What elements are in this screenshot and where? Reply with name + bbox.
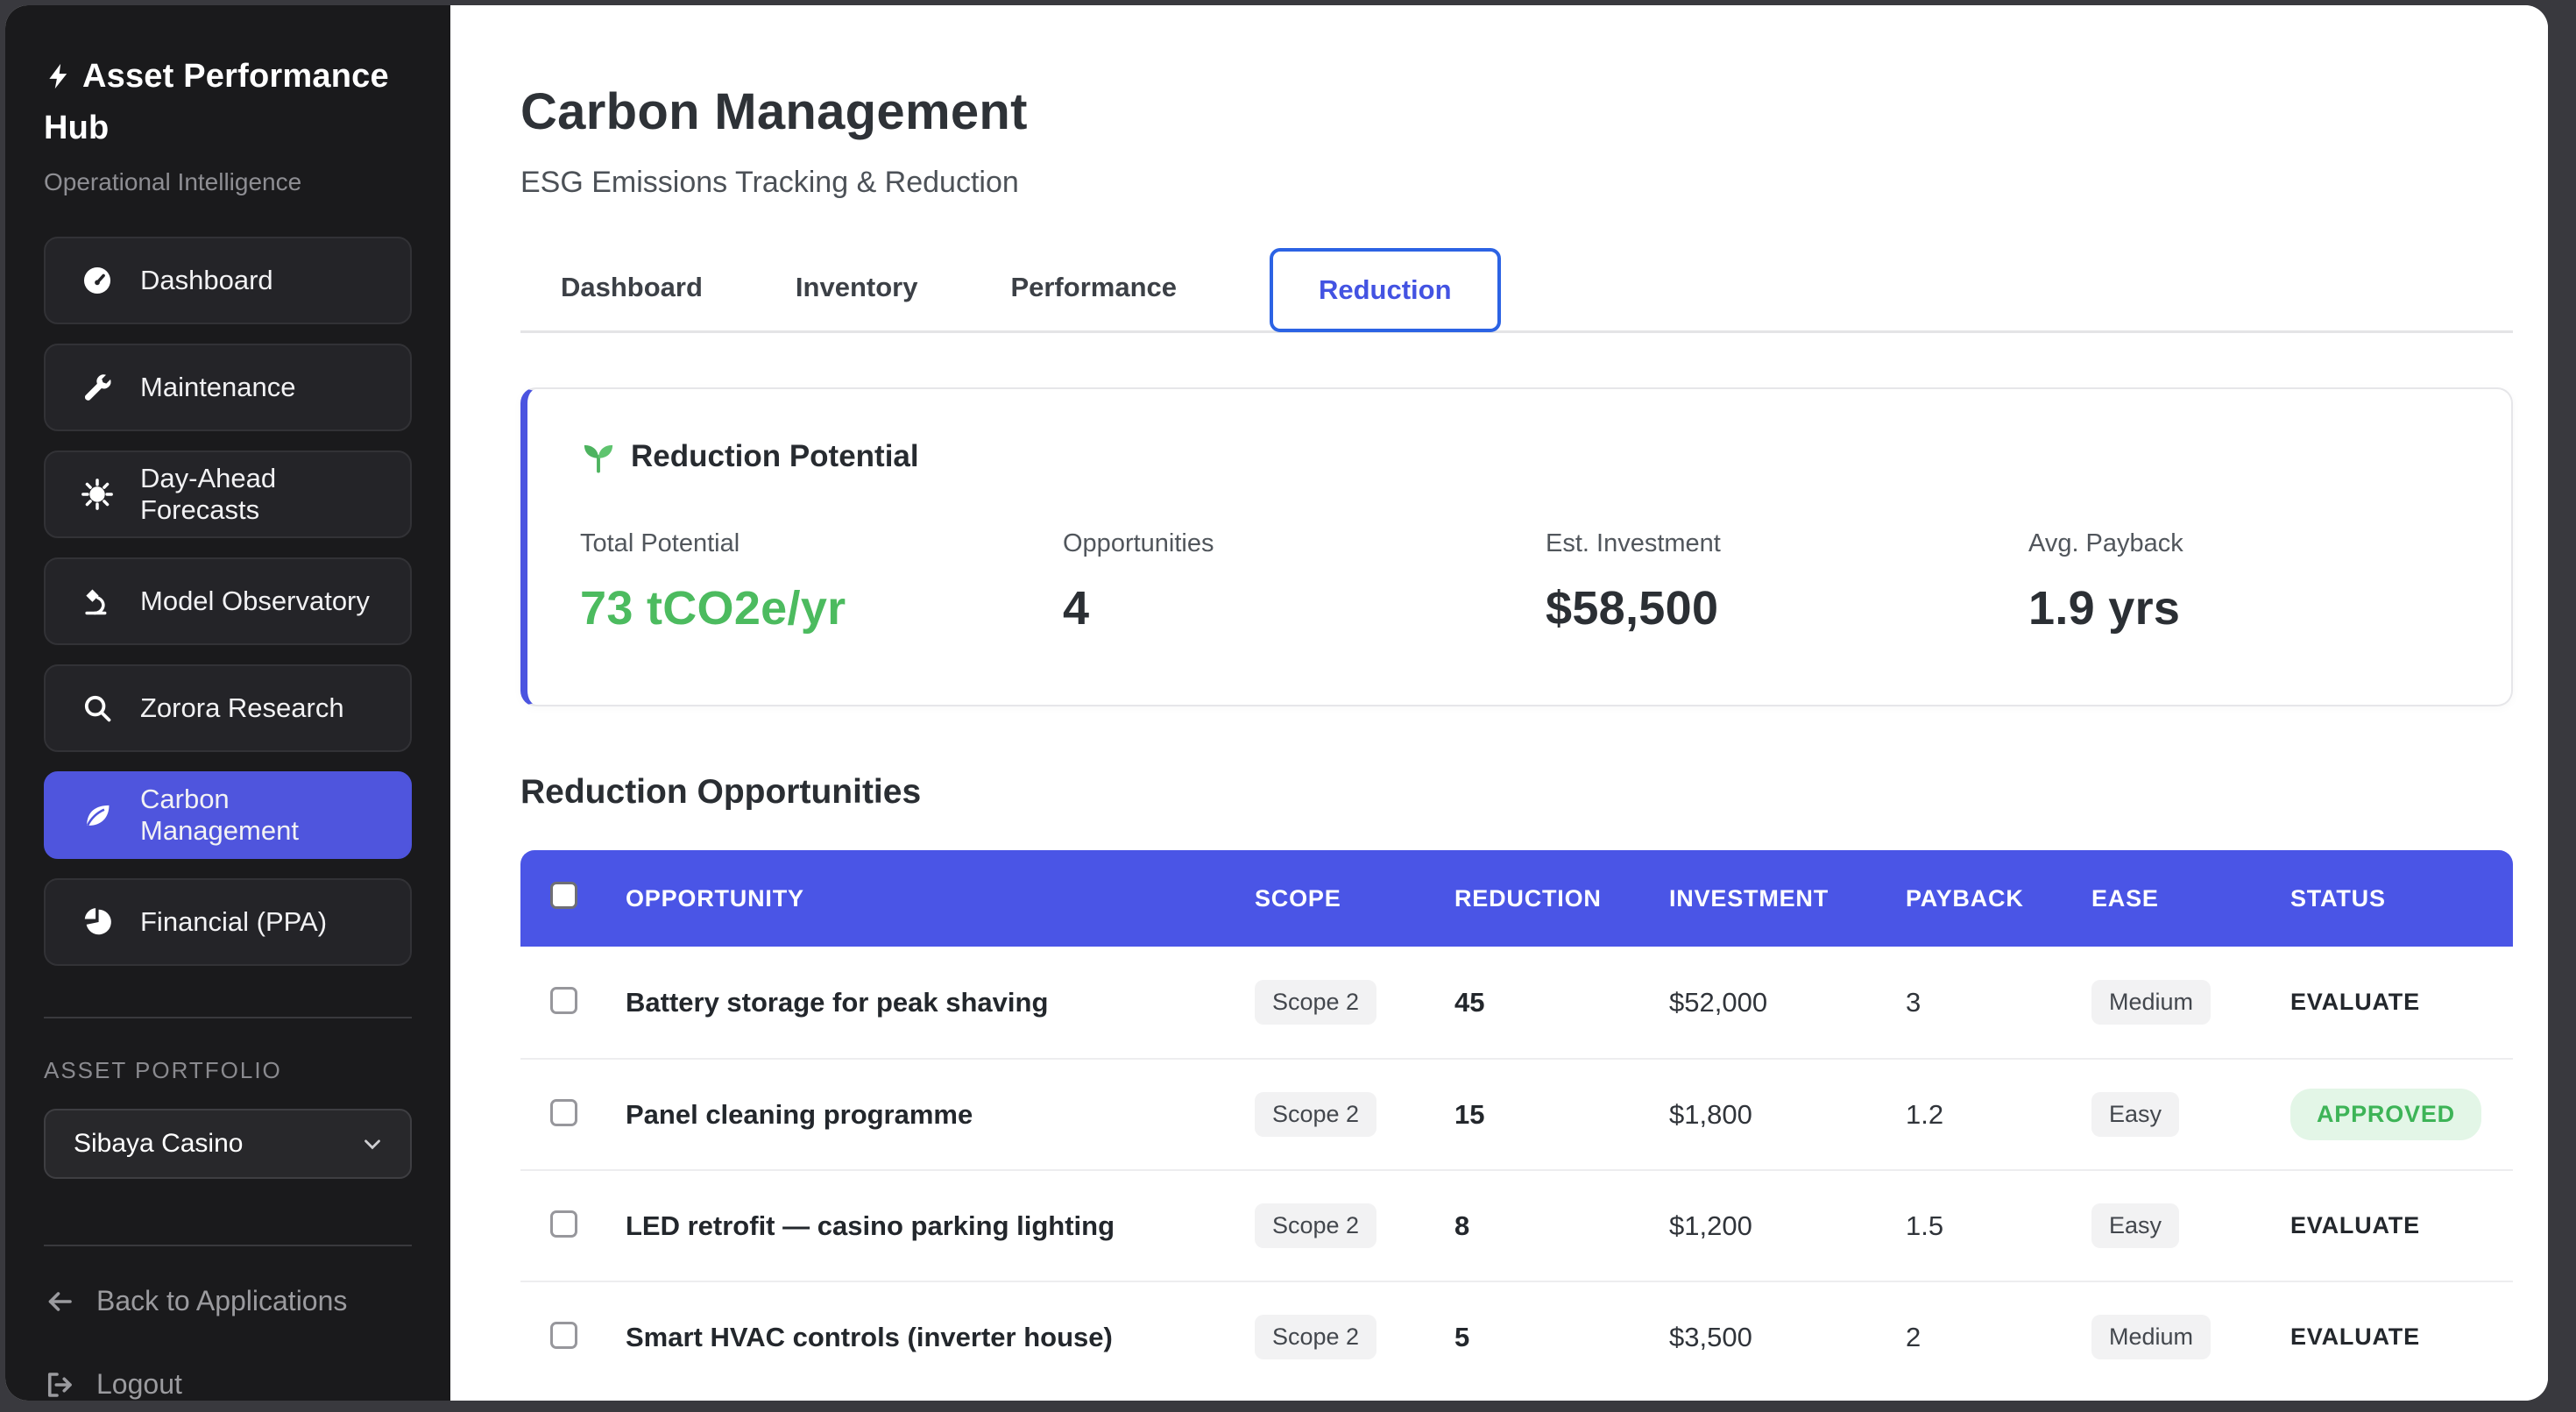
- back-link-label: Back to Applications: [96, 1285, 347, 1317]
- tab-reduction[interactable]: Reduction: [1270, 248, 1501, 332]
- back-to-applications-link[interactable]: Back to Applications: [44, 1285, 412, 1317]
- arrow-left-icon: [44, 1286, 75, 1317]
- row-checkbox[interactable]: [550, 1210, 577, 1238]
- app-brand: Asset Performance Hub: [44, 51, 412, 154]
- page-title: Carbon Management: [520, 82, 2513, 141]
- wrench-icon: [79, 369, 116, 406]
- ease-badge: Easy: [2091, 1203, 2179, 1248]
- tab-bar: Dashboard Inventory Performance Reductio…: [520, 244, 2513, 333]
- portfolio-label: ASSET PORTFOLIO: [44, 1057, 412, 1084]
- logout-icon: [44, 1369, 75, 1401]
- sidebar-item-forecasts[interactable]: Day-Ahead Forecasts: [44, 451, 412, 538]
- status-label: EVALUATE: [2290, 1212, 2420, 1238]
- sidebar-divider: [44, 1017, 412, 1018]
- metric-total-potential: Total Potential 73 tCO2e/yr: [580, 529, 1063, 635]
- column-header-ease: EASE: [2091, 885, 2290, 912]
- sidebar-item-dashboard[interactable]: Dashboard: [44, 237, 412, 324]
- opportunities-table: OPPORTUNITY SCOPE REDUCTION INVESTMENT P…: [520, 850, 2513, 1392]
- sidebar-nav: Dashboard Maintenance Day-Ahead Forecast…: [44, 237, 412, 985]
- row-checkbox[interactable]: [550, 987, 577, 1014]
- logout-label: Logout: [96, 1368, 182, 1401]
- reduction-potential-card: Reduction Potential Total Potential 73 t…: [520, 387, 2513, 706]
- main-content: Carbon Management ESG Emissions Tracking…: [450, 5, 2548, 1401]
- status-badge-approved: APPROVED: [2290, 1089, 2481, 1140]
- metric-opportunities: Opportunities 4: [1063, 529, 1546, 635]
- ease-badge: Easy: [2091, 1092, 2179, 1137]
- scope-badge: Scope 2: [1255, 1092, 1376, 1137]
- column-header-reduction: REDUCTION: [1454, 885, 1669, 912]
- row-checkbox[interactable]: [550, 1099, 577, 1126]
- select-all-checkbox[interactable]: [550, 882, 577, 909]
- sidebar-item-label: Carbon Management: [140, 784, 393, 847]
- sidebar-divider: [44, 1245, 412, 1246]
- seedling-icon: [580, 438, 617, 475]
- sidebar-item-observatory[interactable]: Model Observatory: [44, 557, 412, 645]
- section-title: Reduction Opportunities: [520, 773, 2513, 812]
- table-row: Smart HVAC controls (inverter house) Sco…: [520, 1281, 2513, 1392]
- sidebar-item-label: Financial (PPA): [140, 906, 327, 938]
- column-header-payback: PAYBACK: [1906, 885, 2091, 912]
- card-title: Reduction Potential: [631, 439, 919, 474]
- status-label: EVALUATE: [2290, 1323, 2420, 1350]
- tab-dashboard[interactable]: Dashboard: [561, 272, 703, 303]
- portfolio-select[interactable]: Sibaya Casino: [44, 1109, 412, 1179]
- sidebar-item-label: Dashboard: [140, 265, 273, 296]
- page-subtitle: ESG Emissions Tracking & Reduction: [520, 166, 2513, 200]
- sun-icon: [79, 476, 116, 513]
- column-header-scope: SCOPE: [1255, 885, 1454, 912]
- sidebar-item-financial[interactable]: Financial (PPA): [44, 878, 412, 966]
- tab-inventory[interactable]: Inventory: [796, 272, 918, 303]
- table-row: Panel cleaning programme Scope 2 15 $1,8…: [520, 1058, 2513, 1169]
- sidebar-item-carbon-management[interactable]: Carbon Management: [44, 771, 412, 859]
- sidebar-item-research[interactable]: Zorora Research: [44, 664, 412, 752]
- sidebar-item-maintenance[interactable]: Maintenance: [44, 344, 412, 431]
- sidebar-item-label: Maintenance: [140, 372, 296, 403]
- scope-badge: Scope 2: [1255, 1315, 1376, 1359]
- gauge-icon: [79, 262, 116, 299]
- bolt-icon: [44, 61, 74, 91]
- status-label: EVALUATE: [2290, 989, 2420, 1015]
- pie-chart-icon: [79, 904, 116, 940]
- scope-badge: Scope 2: [1255, 980, 1376, 1025]
- app-window: Asset Performance Hub Operational Intell…: [5, 5, 2548, 1401]
- table-row: Battery storage for peak shaving Scope 2…: [520, 947, 2513, 1058]
- ease-badge: Medium: [2091, 1315, 2211, 1359]
- sidebar-item-label: Model Observatory: [140, 585, 370, 617]
- microscope-icon: [79, 583, 116, 620]
- summary-metrics: Total Potential 73 tCO2e/yr Opportunitie…: [580, 529, 2511, 635]
- row-checkbox[interactable]: [550, 1322, 577, 1349]
- metric-avg-payback: Avg. Payback 1.9 yrs: [2028, 529, 2511, 635]
- ease-badge: Medium: [2091, 980, 2211, 1025]
- portfolio-selected-value: Sibaya Casino: [74, 1129, 243, 1159]
- table-row: LED retrofit — casino parking lighting S…: [520, 1169, 2513, 1281]
- chevron-down-icon: [359, 1131, 386, 1157]
- table-header-row: OPPORTUNITY SCOPE REDUCTION INVESTMENT P…: [520, 850, 2513, 947]
- scope-badge: Scope 2: [1255, 1203, 1376, 1248]
- column-header-investment: INVESTMENT: [1669, 885, 1906, 912]
- leaf-icon: [79, 797, 116, 834]
- logout-link[interactable]: Logout: [44, 1368, 412, 1401]
- column-header-status: STATUS: [2290, 885, 2513, 912]
- app-subtitle: Operational Intelligence: [44, 168, 412, 196]
- tab-performance[interactable]: Performance: [1010, 272, 1177, 303]
- app-title: Asset Performance Hub: [44, 58, 389, 146]
- column-header-opportunity: OPPORTUNITY: [626, 885, 1255, 912]
- sidebar: Asset Performance Hub Operational Intell…: [5, 5, 450, 1401]
- sidebar-item-label: Zorora Research: [140, 692, 344, 724]
- sidebar-item-label: Day-Ahead Forecasts: [140, 463, 393, 526]
- metric-est-investment: Est. Investment $58,500: [1546, 529, 2028, 635]
- magnifier-icon: [79, 690, 116, 727]
